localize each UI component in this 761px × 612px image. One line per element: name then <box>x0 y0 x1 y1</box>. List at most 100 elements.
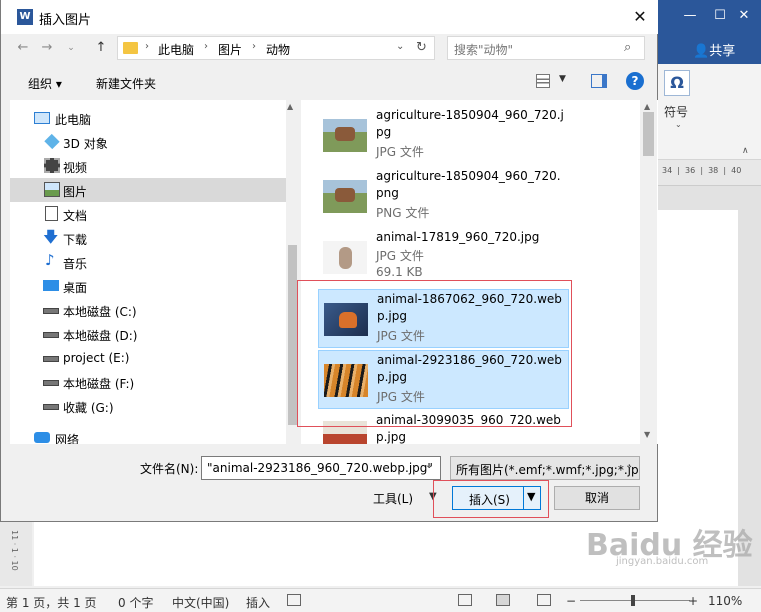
omega-icon[interactable]: Ω <box>664 70 690 96</box>
breadcrumb-pictures[interactable]: 图片 <box>218 41 242 58</box>
search-icon[interactable]: ⌕ <box>624 40 631 55</box>
nav-item-drive-d[interactable]: 本地磁盘 (D:) <box>10 322 286 346</box>
file-thumbnail <box>323 180 367 213</box>
chevron-right-icon[interactable]: › <box>145 41 149 52</box>
nav-item-3d-objects[interactable]: 3D 对象 <box>10 130 286 154</box>
nav-scrollbar-thumb[interactable] <box>288 245 297 425</box>
close-icon[interactable]: ✕ <box>625 4 655 30</box>
chevron-right-icon[interactable]: › <box>252 41 256 52</box>
recent-locations-icon[interactable]: ⌄ <box>63 38 79 58</box>
nav-item-music[interactable]: ♪ 音乐 <box>10 250 286 274</box>
new-folder-button[interactable]: 新建文件夹 <box>96 75 156 92</box>
download-icon: 🡇 <box>43 228 59 246</box>
zoom-slider-thumb[interactable] <box>631 595 635 606</box>
zoom-in-icon[interactable]: + <box>688 594 698 608</box>
navigation-pane: 此电脑 3D 对象 视频 图片 文档 🡇 下载 ♪ 音乐 桌面 本地磁盘 (C:… <box>10 100 299 444</box>
file-type-filter[interactable]: 所有图片(*.emf;*.wmf;*.jpg;*.jp <box>450 456 640 480</box>
close-icon[interactable]: ✕ <box>724 0 761 32</box>
file-list-scrollbar[interactable]: ▲ ▼ <box>640 100 657 444</box>
folder-icon <box>123 42 138 54</box>
insert-button[interactable]: 插入(S) ▼ <box>452 486 541 510</box>
file-type: JPG 文件 <box>377 390 425 404</box>
word-count[interactable]: 0 个字 <box>118 594 153 611</box>
insert-picture-dialog: W 插入图片 ✕ ← → ⌄ ↑ › 此电脑 › 图片 › 动物 ⌄ ↻ 搜索"… <box>0 0 658 522</box>
preview-pane-icon[interactable] <box>591 74 607 88</box>
search-input[interactable]: 搜索"动物" ⌕ <box>447 36 645 60</box>
input-mode[interactable]: 插入 <box>246 594 270 611</box>
nav-item-drive-f[interactable]: 本地磁盘 (F:) <box>10 370 286 394</box>
nav-item-pictures[interactable]: 图片 <box>10 178 286 202</box>
animal-icon <box>339 247 352 269</box>
file-item[interactable]: animal-3099035_960_720.webp.jpg <box>318 411 569 444</box>
share-button[interactable]: 👤共享 <box>693 40 735 59</box>
chevron-down-icon[interactable]: ▼ <box>559 74 566 84</box>
cow-icon <box>335 188 355 202</box>
scroll-up-icon[interactable]: ▲ <box>644 102 650 111</box>
breadcrumb-this-pc[interactable]: 此电脑 <box>158 41 194 58</box>
view-options-icon[interactable] <box>536 74 550 88</box>
word-logo-icon: W <box>17 9 33 25</box>
chevron-down-icon[interactable]: ⌄ <box>425 460 433 471</box>
file-list-scrollbar-thumb[interactable] <box>643 112 654 156</box>
zoom-out-icon[interactable]: − <box>566 594 576 608</box>
filename-input[interactable]: "animal-2923186_960_720.webp.jpg" <box>201 456 441 480</box>
nav-item-network[interactable]: 网络 <box>10 426 286 444</box>
drive-icon <box>43 332 59 338</box>
forward-arrow-icon[interactable]: → <box>39 38 55 58</box>
nav-item-downloads[interactable]: 🡇 下载 <box>10 226 286 250</box>
language-indicator[interactable]: 中文(中国) <box>172 594 229 611</box>
refresh-icon[interactable]: ↻ <box>416 40 427 55</box>
nav-item-documents[interactable]: 文档 <box>10 202 286 226</box>
chevron-down-icon[interactable]: ⌄ <box>675 120 682 129</box>
drive-icon <box>43 356 59 362</box>
collapse-ribbon-icon[interactable]: ∧ <box>742 146 749 156</box>
zoom-slider[interactable] <box>580 600 690 601</box>
nav-scrollbar[interactable]: ▲ <box>286 100 299 444</box>
help-icon[interactable]: ? <box>626 72 644 90</box>
tools-button[interactable]: 工具(L) <box>373 490 413 507</box>
web-layout-icon[interactable] <box>537 594 551 606</box>
file-item[interactable]: animal-17819_960_720.jpg JPG 文件 69.1 KB <box>318 228 569 287</box>
scroll-down-icon[interactable]: ▼ <box>644 430 650 439</box>
nav-item-drive-e[interactable]: project (E:) <box>10 346 286 370</box>
symbol-button-label[interactable]: 符号 <box>664 103 688 120</box>
file-item[interactable]: animal-1867062_960_720.webp.jpg JPG 文件 <box>318 289 569 348</box>
chevron-down-icon[interactable]: ⌄ <box>625 460 633 471</box>
file-item[interactable]: animal-2923186_960_720.webp.jpg JPG 文件 <box>318 350 569 409</box>
insert-dropdown-icon[interactable]: ▼ <box>527 490 535 503</box>
drive-icon <box>43 308 59 314</box>
scroll-up-icon[interactable]: ▲ <box>287 102 293 111</box>
chevron-right-icon[interactable]: › <box>204 41 208 52</box>
filename-label: 文件名(N): <box>140 462 199 476</box>
document-page-bottom[interactable] <box>34 522 664 586</box>
breadcrumb-animals[interactable]: 动物 <box>266 41 290 58</box>
file-item[interactable]: agriculture-1850904_960_720.png PNG 文件 <box>318 167 569 226</box>
nav-item-this-pc[interactable]: 此电脑 <box>10 106 286 130</box>
organize-button[interactable]: 组织 ▾ <box>28 75 62 92</box>
cow-icon <box>335 127 355 141</box>
nav-item-videos[interactable]: 视频 <box>10 154 286 178</box>
file-thumbnail <box>324 303 368 336</box>
insert-button-label: 插入(S) <box>469 493 510 507</box>
nav-item-drive-g[interactable]: 收藏 (G:) <box>10 394 286 418</box>
baidu-watermark: Baidu 经验 <box>586 528 753 563</box>
file-item[interactable]: agriculture-1850904_960_720.jpg JPG 文件 <box>318 106 569 165</box>
address-bar[interactable]: › 此电脑 › 图片 › 动物 ⌄ ↻ <box>117 36 435 60</box>
nav-item-drive-c[interactable]: 本地磁盘 (C:) <box>10 298 286 322</box>
print-layout-icon[interactable] <box>496 594 510 606</box>
up-arrow-icon[interactable]: ↑ <box>93 38 109 58</box>
read-mode-icon[interactable] <box>458 594 472 606</box>
nav-item-desktop[interactable]: 桌面 <box>10 274 286 298</box>
file-thumbnail <box>323 421 367 444</box>
video-icon <box>44 158 60 173</box>
page-count[interactable]: 第 1 页，共 1 页 <box>6 594 97 611</box>
macro-icon[interactable] <box>287 594 301 606</box>
drive-icon <box>43 404 59 410</box>
computer-icon <box>34 112 50 124</box>
zoom-level[interactable]: 110% <box>708 594 742 608</box>
file-name: animal-3099035_960_720.webp.jpg <box>376 413 561 444</box>
chevron-down-icon[interactable]: ⌄ <box>396 41 404 52</box>
chevron-down-icon[interactable]: ▼ <box>429 491 437 502</box>
cancel-button[interactable]: 取消 <box>554 486 640 510</box>
back-arrow-icon[interactable]: ← <box>15 38 31 58</box>
